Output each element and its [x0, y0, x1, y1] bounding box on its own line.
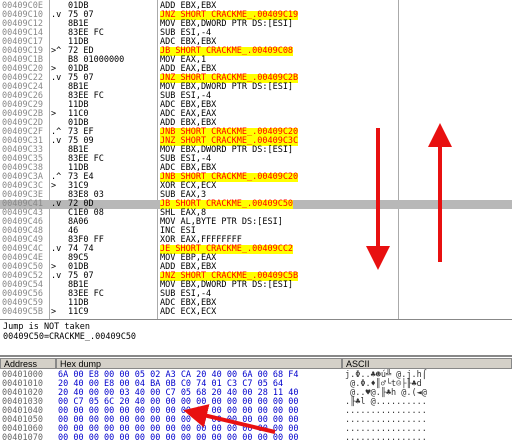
- instruction-bytes: 11C9: [68, 307, 89, 317]
- disasm-row[interactable]: 00409C5B >11C9 ADC ECX,ECX: [0, 308, 512, 317]
- dump-row[interactable]: 00401070 00 00 00 00 00 00 00 00 00 00 00…: [0, 434, 512, 443]
- jump-target-text: 00409C50=CRACKME_.00409C50: [3, 332, 137, 342]
- dump-hex-bytes: 00 00 00 00 00 00 00 00 00 00 00 00 00 0…: [58, 433, 299, 443]
- info-pane: Jump is NOT taken 00409C50=CRACKME_.0040…: [0, 320, 512, 357]
- hexdump-column-header[interactable]: Hex dump: [56, 358, 342, 369]
- hex-dump-pane[interactable]: Address Hex dump ASCII 00401000 6A 00 E8 …: [0, 358, 512, 443]
- ascii-column-header[interactable]: ASCII: [342, 358, 512, 369]
- jump-status-text: Jump is NOT taken: [3, 322, 90, 332]
- address-column-header[interactable]: Address: [0, 358, 56, 369]
- instruction-text: ADC ECX,ECX: [160, 307, 217, 317]
- dump-ascii: ................: [345, 433, 427, 443]
- dump-address: 00401070: [2, 433, 43, 443]
- instruction-address: 00409C5B: [2, 307, 43, 317]
- disassembly-pane[interactable]: 00409C0E 01DB ADD EBX,EBX 00409C10 .v 75 07 J…: [0, 0, 512, 320]
- jump-gutter-mark: >: [51, 307, 57, 317]
